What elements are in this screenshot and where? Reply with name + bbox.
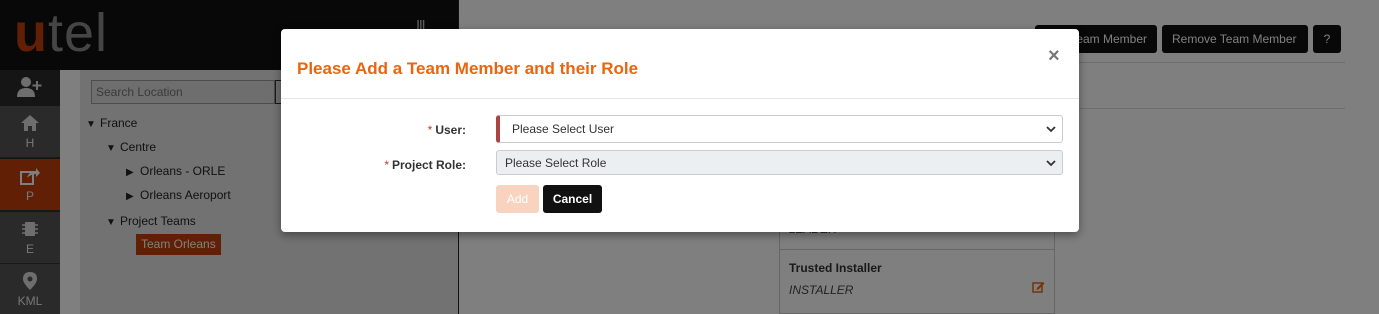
project-role-label: * Project Role: xyxy=(384,158,466,172)
project-role-select[interactable]: Please Select Role xyxy=(496,150,1063,175)
required-marker: * xyxy=(384,158,389,172)
role-select-value: Please Select Role xyxy=(505,156,607,170)
user-select[interactable]: Please Select User xyxy=(496,115,1063,143)
cancel-button[interactable]: Cancel xyxy=(543,185,602,213)
add-team-member-modal: Please Add a Team Member and their Role … xyxy=(281,29,1079,232)
chevron-down-icon xyxy=(1046,159,1056,166)
close-icon[interactable]: × xyxy=(1048,46,1060,66)
add-button[interactable]: Add xyxy=(496,185,539,213)
modal-title: Please Add a Team Member and their Role xyxy=(297,59,639,78)
required-marker: * xyxy=(427,123,433,137)
user-select-value: Please Select User xyxy=(512,122,615,136)
user-label: * User: xyxy=(427,123,466,137)
chevron-down-icon xyxy=(1046,126,1056,133)
modal-header-divider xyxy=(281,98,1079,99)
